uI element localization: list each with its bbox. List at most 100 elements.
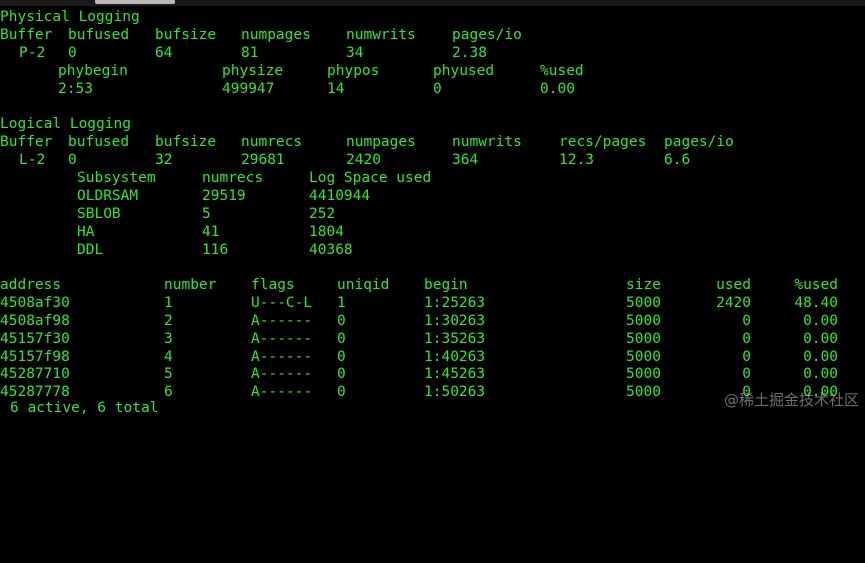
logfile-uniqid: 0 (337, 331, 346, 347)
logfile-number: 4 (164, 349, 173, 365)
physical-header-buffer: Buffer (0, 27, 53, 43)
logfile-pct-used: 0.00 (803, 366, 838, 382)
logical-data-row: L-2 0 32 29681 2420 364 12.3 6.6 (0, 151, 690, 169)
logical-bufsize-value: 32 (155, 152, 173, 168)
logfile-flags: A------ (251, 331, 313, 347)
physical-bufsize-value: 64 (155, 45, 173, 61)
logfile-size: 5000 (626, 313, 661, 329)
logical-logging-title-text: Logical Logging (0, 116, 131, 132)
logfile-header-size: size (626, 277, 661, 293)
logfile-number: 1 (164, 295, 173, 311)
subsystem-log-space-used: 252 (309, 206, 336, 222)
logical-header-row: Buffer bufused bufsize numrecs numpages … (0, 133, 734, 151)
subsystem-row: OLDRSAM 29519 4410944 (0, 187, 370, 205)
physical-header-bufused: bufused (68, 27, 130, 43)
physical-header-bufsize: bufsize (155, 27, 217, 43)
logfile-header-flags: flags (251, 277, 295, 293)
logfile-pct-used: 48.40 (794, 295, 838, 311)
subsystem-numrecs: 41 (202, 224, 220, 240)
logfile-used: 0 (742, 313, 751, 329)
subsystem-name: SBLOB (77, 206, 121, 222)
logfile-uniqid: 1 (337, 295, 346, 311)
logfile-pct-used: 0.00 (803, 349, 838, 365)
logfile-uniqid: 0 (337, 384, 346, 400)
physical-phyused-value: 0 (433, 81, 442, 97)
logical-header-numrecs: numrecs (241, 134, 303, 150)
logfile-size: 5000 (626, 384, 661, 400)
logfile-row: 4508af98 2 A------ 0 1:30263 5000 0 0.00 (0, 312, 838, 330)
physical-pct-used-value: 0.00 (540, 81, 575, 97)
logfile-flags: U---C-L (251, 295, 313, 311)
physical-bufused-value: 0 (68, 45, 77, 61)
logfile-pct-used: 0.00 (803, 331, 838, 347)
logfile-begin: 1:50263 (424, 384, 486, 400)
logical-logging-title: Logical Logging (0, 115, 131, 133)
logfile-address: 4508af30 (0, 295, 70, 311)
logfile-row: 45157f30 3 A------ 0 1:35263 5000 0 0.00 (0, 330, 838, 348)
logfile-begin: 1:40263 (424, 349, 486, 365)
subsystem-row: HA 41 1804 (0, 223, 344, 241)
physical-phypos-value: 14 (327, 81, 345, 97)
logfile-used: 2420 (716, 295, 751, 311)
logfile-pct-used: 0.00 (803, 313, 838, 329)
logfile-flags: A------ (251, 349, 313, 365)
logical-header-numpages: numpages (346, 134, 416, 150)
physical-header-pct-used: %used (540, 63, 584, 79)
subsystem-numrecs: 5 (202, 206, 211, 222)
logical-pages-io-value: 6.6 (664, 152, 691, 168)
logical-numpages-value: 2420 (346, 152, 381, 168)
logfile-flags: A------ (251, 366, 313, 382)
logfile-begin: 1:30263 (424, 313, 486, 329)
logfile-used: 0 (742, 349, 751, 365)
logfile-header-row: address number flags uniqid begin size u… (0, 276, 838, 294)
physical-logging-title-text: Physical Logging (0, 9, 140, 25)
logfile-row: 45157f98 4 A------ 0 1:40263 5000 0 0.00 (0, 348, 838, 366)
logfile-number: 2 (164, 313, 173, 329)
logfile-size: 5000 (626, 295, 661, 311)
logical-header-numwrits: numwrits (452, 134, 522, 150)
physical-header-physize: physize (222, 63, 284, 79)
logfile-size: 5000 (626, 349, 661, 365)
physical-logging-title: Physical Logging (0, 8, 140, 26)
physical-numwrits-value: 34 (346, 45, 364, 61)
subsystem-header-numrecs: numrecs (202, 170, 264, 186)
physical-data-row: P-2 0 64 81 34 2.38 (0, 44, 487, 62)
physical-header-phypos: phypos (327, 63, 380, 79)
logfile-number: 6 (164, 384, 173, 400)
logfile-summary-row: 6 active, 6 total (0, 399, 158, 417)
logfile-row: 45287710 5 A------ 0 1:45263 5000 0 0.00 (0, 365, 838, 383)
watermark-text: @稀土掘金技术社区 (723, 391, 859, 409)
logfile-header-uniqid: uniqid (337, 277, 390, 293)
logfile-begin: 1:45263 (424, 366, 486, 382)
logfile-size: 5000 (626, 331, 661, 347)
logfile-header-used: used (716, 277, 751, 293)
logfile-address: 4508af98 (0, 313, 70, 329)
physical-header-numpages: numpages (241, 27, 311, 43)
logfile-summary: 6 active, 6 total (10, 400, 159, 416)
logical-header-bufused: bufused (68, 134, 130, 150)
logical-header-buffer: Buffer (0, 134, 53, 150)
logical-buffer-value: L-2 (19, 152, 46, 168)
logical-numrecs-value: 29681 (241, 152, 285, 168)
logical-recs-pages-value: 12.3 (559, 152, 594, 168)
logfile-size: 5000 (626, 366, 661, 382)
window-tab[interactable] (95, 0, 175, 4)
logfile-address: 45157f98 (0, 349, 70, 365)
logical-numwrits-value: 364 (452, 152, 479, 168)
subsystem-name: HA (77, 224, 95, 240)
subsystem-header-row: Subsystem numrecs Log Space used (0, 169, 431, 187)
logical-header-bufsize: bufsize (155, 134, 217, 150)
logfile-begin: 1:35263 (424, 331, 486, 347)
physical-numpages-value: 81 (241, 45, 259, 61)
logfile-flags: A------ (251, 313, 313, 329)
logfile-header-address: address (0, 277, 62, 293)
logfile-address: 45157f30 (0, 331, 70, 347)
subsystem-name: DDL (77, 242, 104, 258)
physical-header-phyused: phyused (433, 63, 495, 79)
logfile-header-begin: begin (424, 277, 468, 293)
logfile-row: 4508af30 1 U---C-L 1 1:25263 5000 2420 4… (0, 294, 838, 312)
logfile-uniqid: 0 (337, 349, 346, 365)
terminal-window[interactable]: Physical Logging Buffer bufused bufsize … (0, 0, 865, 416)
physical-phybegin-value: 2:53 (58, 81, 93, 97)
subsystem-header-log-space-used: Log Space used (309, 170, 432, 186)
